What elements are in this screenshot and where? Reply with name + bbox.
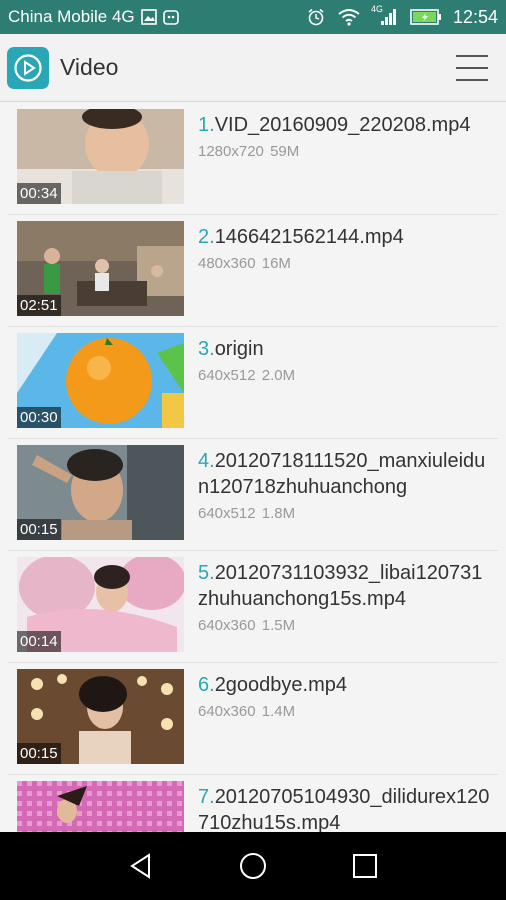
video-app-logo-icon [7, 46, 49, 89]
video-title: 7.20120705104930_dilidurex120710zhu15s.m… [198, 784, 490, 832]
video-duration: 00:30 [17, 407, 61, 428]
video-list-item[interactable]: 00:14 5.20120731103932_libai120731zhuhua… [8, 551, 498, 663]
recent-apps-icon[interactable] [349, 850, 381, 882]
video-meta: 1280x720 59M [198, 143, 490, 160]
video-thumbnail: 00:15 [17, 445, 184, 540]
video-title: 1.VID_20160909_220208.mp4 [198, 112, 490, 138]
video-size: 1.4M [261, 703, 296, 720]
video-meta: 480x360 16M [198, 255, 490, 272]
video-size: 59M [270, 143, 300, 160]
video-list: 00:34 1.VID_20160909_220208.mp4 1280x720… [0, 103, 506, 832]
app-bar: Video [0, 34, 506, 102]
video-thumbnail: 00:14 [17, 557, 184, 652]
navigation-bar [0, 832, 506, 900]
video-title: 5.20120731103932_libai120731zhuhuanchong… [198, 560, 490, 612]
carrier-label: China Mobile 4G [8, 7, 135, 26]
video-meta: 640x512 2.0M [198, 367, 490, 384]
wifi-icon [338, 8, 360, 26]
video-index: 2. [198, 226, 215, 248]
menu-line [456, 66, 488, 69]
video-list-item[interactable]: 02:51 2.1466421562144.mp4 480x360 16M [8, 215, 498, 327]
video-size: 1.8M [261, 505, 296, 522]
video-meta: 640x360 1.4M [198, 703, 490, 720]
video-size: 16M [261, 255, 291, 272]
video-title: 2.1466421562144.mp4 [198, 224, 490, 250]
clock-time: 12:54 [452, 6, 498, 27]
video-title: 4.20120718111520_manxiuleidun120718zhuhu… [198, 448, 490, 500]
thumbnail-image [17, 781, 184, 832]
video-size: 1.5M [261, 617, 296, 634]
video-index: 7. [198, 786, 215, 808]
alarm-icon [307, 8, 325, 26]
video-name: origin [214, 338, 264, 360]
gallery-notification-icon [140, 9, 157, 25]
video-index: 3. [198, 338, 215, 360]
video-resolution: 1280x720 [198, 143, 264, 160]
video-duration: 00:14 [17, 631, 61, 652]
video-meta: 640x512 1.8M [198, 505, 490, 522]
menu-line [456, 78, 488, 81]
video-resolution: 480x360 [198, 255, 256, 272]
video-duration: 00:34 [17, 183, 61, 204]
video-resolution: 640x360 [198, 617, 256, 634]
video-index: 4. [198, 450, 215, 472]
back-icon[interactable] [125, 850, 157, 882]
video-list-item[interactable]: 00:34 1.VID_20160909_220208.mp4 1280x720… [8, 103, 498, 215]
video-name: 2goodbye.mp4 [214, 674, 348, 696]
battery-icon [410, 8, 442, 26]
video-duration: 00:15 [17, 743, 61, 764]
video-resolution: 640x512 [198, 505, 256, 522]
network-type-label: 4G [370, 4, 383, 14]
video-name: 20120705104930_dilidurex120710zhu15s.mp4 [198, 786, 490, 832]
video-name: 20120731103932_libai120731zhuhuanchong15… [198, 562, 483, 610]
video-thumbnail: 00:15 [17, 669, 184, 764]
video-list-item[interactable]: 00:15 4.20120718111520_manxiuleidun12071… [8, 439, 498, 551]
video-thumbnail: 00:30 [17, 333, 184, 428]
menu-line [456, 54, 488, 57]
video-list-item[interactable]: 00:30 3.origin 640x512 2.0M [8, 327, 498, 439]
video-duration: 02:51 [17, 295, 61, 316]
video-name: VID_20160909_220208.mp4 [214, 114, 471, 136]
video-title: 6.2goodbye.mp4 [198, 672, 490, 698]
video-meta: 640x360 1.5M [198, 617, 490, 634]
page-title: Video [60, 54, 119, 80]
video-resolution: 640x512 [198, 367, 256, 384]
video-name: 20120718111520_manxiuleidun120718zhuhuan… [198, 450, 486, 498]
video-title: 3.origin [198, 336, 490, 362]
menu-icon[interactable] [456, 53, 488, 83]
home-icon[interactable] [237, 850, 269, 882]
status-bar: China Mobile 4G 4G 12:54 [0, 0, 506, 34]
video-thumbnail: 00:34 [17, 109, 184, 204]
video-name: 1466421562144.mp4 [214, 226, 404, 248]
video-index: 6. [198, 674, 215, 696]
video-thumbnail: 02:51 [17, 221, 184, 316]
video-index: 1. [198, 114, 215, 136]
video-thumbnail [17, 781, 184, 832]
video-list-item[interactable]: 7.20120705104930_dilidurex120710zhu15s.m… [8, 775, 498, 832]
video-resolution: 640x360 [198, 703, 256, 720]
signal-icon: 4G [371, 4, 397, 26]
video-index: 5. [198, 562, 215, 584]
app-notification-icon [162, 9, 179, 25]
video-duration: 00:15 [17, 519, 61, 540]
video-list-item[interactable]: 00:15 6.2goodbye.mp4 640x360 1.4M [8, 663, 498, 775]
video-size: 2.0M [261, 367, 296, 384]
